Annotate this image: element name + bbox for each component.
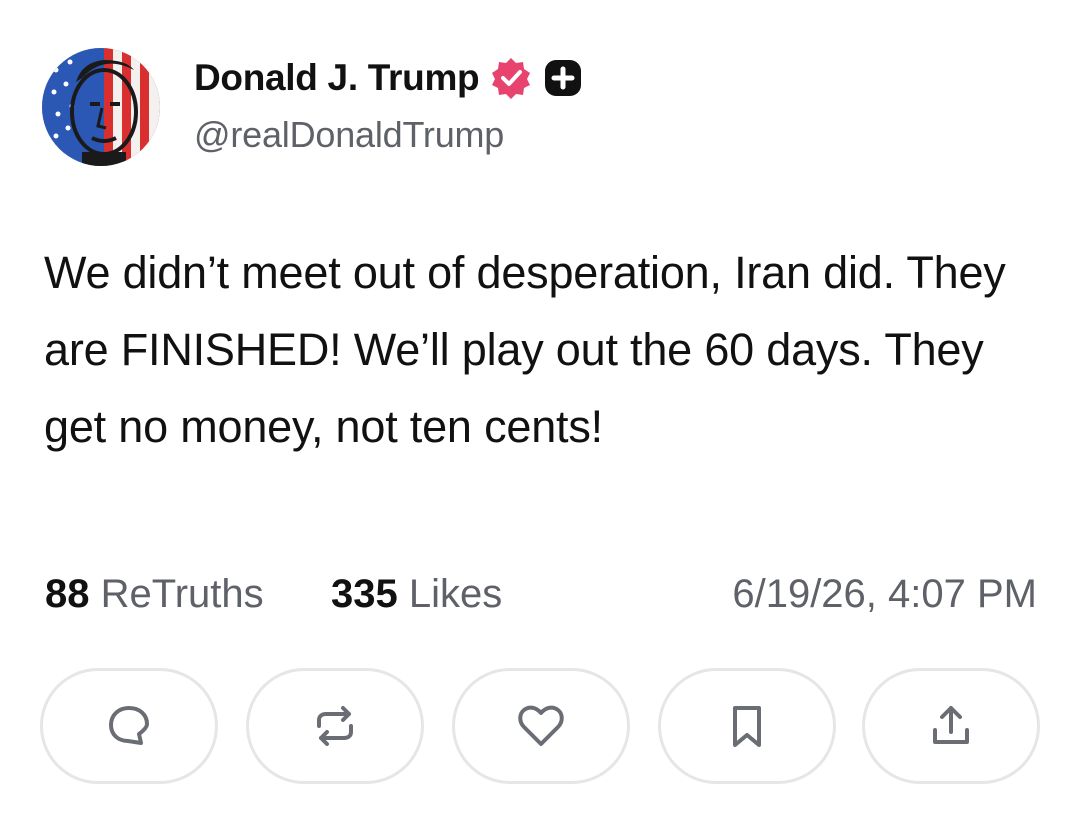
- likes-stat[interactable]: 335 Likes: [331, 572, 502, 617]
- likes-label: Likes: [408, 572, 503, 616]
- likes-count: 335: [331, 572, 398, 616]
- retruths-label: ReTruths: [100, 572, 264, 616]
- retruths-stat[interactable]: 88 ReTruths: [45, 572, 264, 617]
- reply-button[interactable]: [40, 668, 218, 784]
- verified-badge-icon: [489, 56, 533, 100]
- name-row: Donald J. Trump: [194, 56, 583, 100]
- reply-icon: [109, 706, 149, 745]
- author-info: Donald J. Trump @realDonaldTrump: [194, 56, 583, 156]
- bookmark-button[interactable]: [658, 668, 836, 784]
- bookmark-icon: [733, 706, 761, 747]
- share-button[interactable]: [862, 668, 1040, 784]
- avatar-image: [42, 48, 160, 166]
- author-handle[interactable]: @realDonaldTrump: [194, 114, 583, 156]
- retruth-button[interactable]: [246, 668, 424, 784]
- avatar[interactable]: [42, 48, 160, 166]
- plus-badge-icon: [543, 58, 583, 98]
- share-icon: [933, 706, 969, 744]
- post-header: Donald J. Trump @realDonaldTrump: [42, 48, 1042, 168]
- post-text: We didn’t meet out of desperation, Iran …: [44, 247, 1006, 452]
- like-icon: [518, 705, 564, 746]
- post-timestamp: 6/19/26, 4:07 PM: [732, 572, 1037, 616]
- action-bar: [40, 668, 1040, 788]
- post-stats: 88 ReTruths 335 Likes 6/19/26, 4:07 PM: [45, 572, 1037, 622]
- author-display-name[interactable]: Donald J. Trump: [194, 57, 480, 99]
- like-button[interactable]: [452, 668, 630, 784]
- retruth-icon: [317, 706, 353, 746]
- retruths-count: 88: [45, 572, 90, 616]
